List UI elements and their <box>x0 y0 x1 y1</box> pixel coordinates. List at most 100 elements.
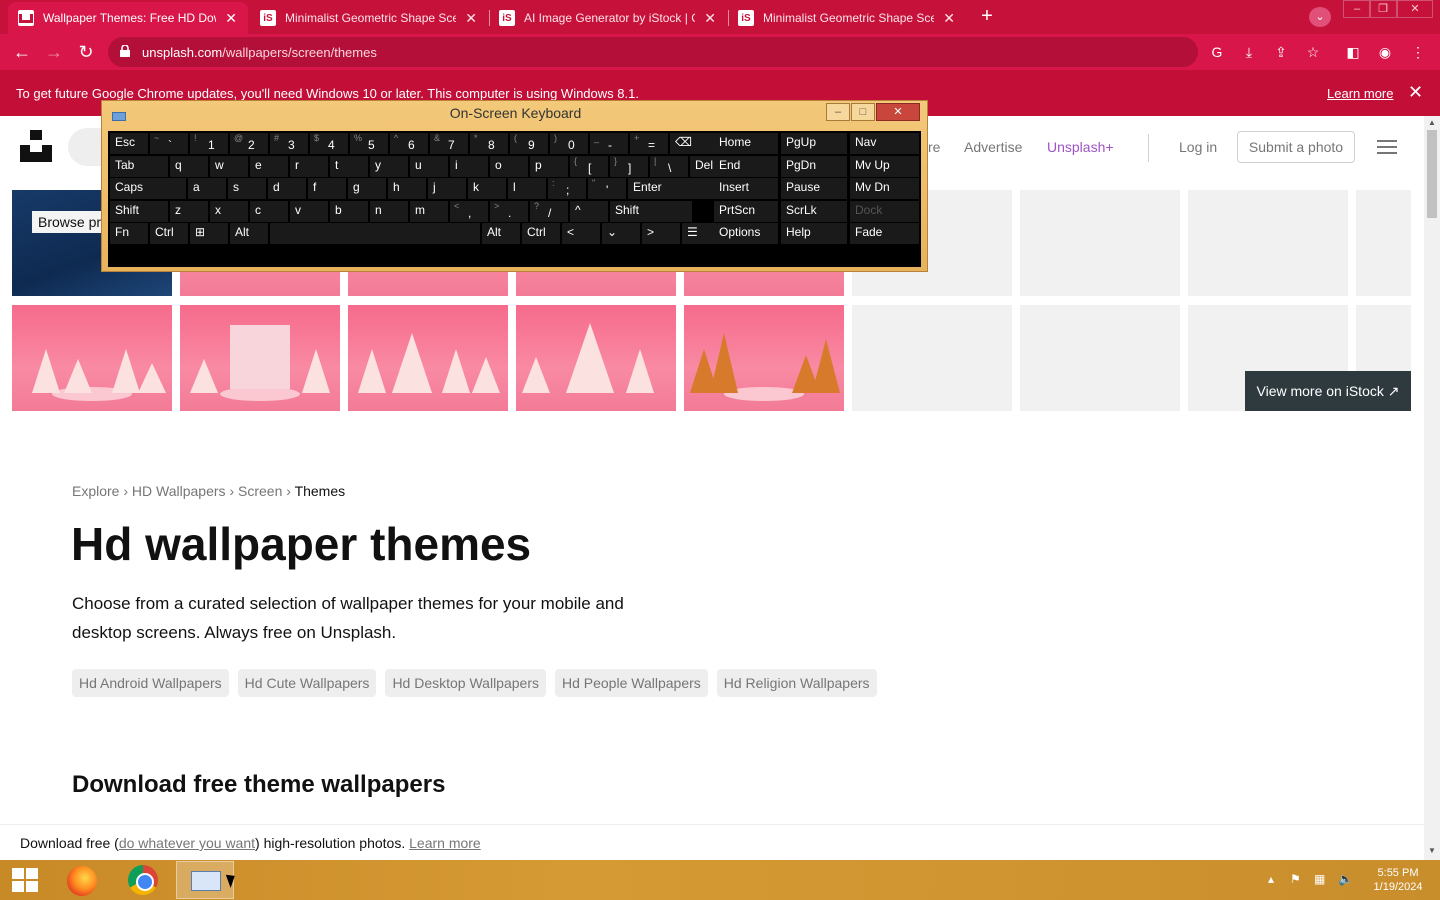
osk-key[interactable]: Alt <box>482 223 520 244</box>
login-link[interactable]: Log in <box>1179 139 1217 155</box>
page-scrollbar[interactable]: ▲ ▼ <box>1424 116 1440 860</box>
profile-avatar-icon[interactable]: ◉ <box>1375 42 1395 62</box>
osk-key[interactable]: j <box>428 178 466 199</box>
google-lens-icon[interactable]: G <box>1207 42 1227 62</box>
osk-key[interactable]: #3 <box>270 133 308 154</box>
osk-key[interactable]: w <box>210 155 248 177</box>
osk-nav-key[interactable]: Fade <box>850 223 919 244</box>
osk-key[interactable] <box>270 223 480 244</box>
osk-key[interactable]: h <box>388 178 426 199</box>
osk-nav-key[interactable]: Help <box>781 223 847 244</box>
osk-key[interactable]: p <box>530 155 568 177</box>
windows-start-icon[interactable] <box>12 868 38 892</box>
unsplash-logo-icon[interactable] <box>20 130 52 162</box>
view-more-istock-button[interactable]: View more on iStock ↗ <box>1245 371 1411 411</box>
tag-chip[interactable]: Hd Desktop Wallpapers <box>385 669 546 697</box>
istock-thumbnail[interactable] <box>684 305 844 411</box>
osk-key[interactable]: {[ <box>570 155 608 177</box>
taskbar-on-screen-keyboard[interactable] <box>176 861 234 899</box>
tag-chip[interactable]: Hd Cute Wallpapers <box>237 669 377 697</box>
istock-thumbnail[interactable] <box>516 305 676 411</box>
osk-key[interactable]: * 8 <box>470 133 508 154</box>
osk-key[interactable]: ~ ` <box>150 133 188 154</box>
osk-key[interactable]: ) 0 <box>550 133 588 154</box>
osk-maximize-icon[interactable]: □ <box>851 103 875 121</box>
tag-chip[interactable]: Hd Android Wallpapers <box>72 669 229 697</box>
osk-key[interactable]: (9 <box>510 133 548 154</box>
tag-chip[interactable]: Hd People Wallpapers <box>554 669 708 697</box>
minimize-window-icon[interactable]: – <box>1343 0 1371 18</box>
infobar-learn-more-link[interactable]: Learn more <box>1327 86 1393 101</box>
close-tab-icon[interactable]: ✕ <box>224 10 238 27</box>
osk-key[interactable]: ^ <box>570 200 608 222</box>
osk-key[interactable]: ⊞ <box>190 223 228 244</box>
osk-key[interactable]: Esc <box>110 133 148 154</box>
close-tab-icon[interactable]: ✕ <box>942 10 956 27</box>
osk-key[interactable]: " ' <box>588 178 626 199</box>
nav-advertise-link[interactable]: Advertise <box>964 139 1022 155</box>
osk-key[interactable]: Fn <box>110 223 148 244</box>
breadcrumb-hd-wallpapers[interactable]: HD Wallpapers <box>132 483 226 499</box>
submit-photo-button[interactable]: Submit a photo <box>1237 131 1355 163</box>
osk-key[interactable]: :; <box>548 178 586 199</box>
osk-key[interactable]: Alt <box>230 223 268 244</box>
osk-key[interactable]: ? / <box>530 200 568 222</box>
tab-ai-image-generator[interactable]: iS AI Image Generator by iStock | C ✕ <box>489 2 727 34</box>
tab-search-icon[interactable]: ⌄ <box>1309 7 1331 27</box>
tag-chip[interactable]: Hd Religion Wallpapers <box>716 669 877 697</box>
osk-key[interactable]: Shift <box>110 200 168 222</box>
osk-key[interactable]: b <box>330 200 368 222</box>
osk-nav-key[interactable]: PgUp <box>781 133 847 154</box>
osk-key[interactable]: ⌄ <box>602 223 640 244</box>
breadcrumb-explore[interactable]: Explore <box>72 483 119 499</box>
osk-key[interactable]: k <box>468 178 506 199</box>
osk-key[interactable]: >. <box>490 200 528 222</box>
taskbar-chrome[interactable] <box>114 861 172 899</box>
taskbar-firefox[interactable] <box>52 861 110 899</box>
action-center-flag-icon[interactable]: ⚑ <box>1290 872 1301 886</box>
osk-key[interactable]: < <box>562 223 600 244</box>
back-arrow-icon[interactable]: ← <box>10 40 34 64</box>
istock-thumbnail[interactable] <box>180 305 340 411</box>
osk-key[interactable]: l <box>508 178 546 199</box>
osk-key[interactable]: c <box>250 200 288 222</box>
osk-nav-key[interactable]: Pause <box>781 178 847 199</box>
nav-partial-item[interactable]: re <box>928 139 940 155</box>
osk-nav-key[interactable]: Home <box>714 133 778 154</box>
osk-key[interactable]: f <box>308 178 346 199</box>
forward-arrow-icon[interactable]: → <box>42 40 66 64</box>
new-tab-icon[interactable]: + <box>974 5 1000 29</box>
osk-key[interactable]: e <box>250 155 288 177</box>
tab-wallpaper-themes[interactable]: Wallpaper Themes: Free HD Dow ✕ <box>8 2 248 34</box>
volume-muted-icon[interactable]: 🔈 <box>1338 872 1353 886</box>
restore-window-icon[interactable]: ❐ <box>1369 0 1397 18</box>
osk-key[interactable]: q <box>170 155 208 177</box>
osk-nav-key[interactable]: PgDn <box>781 155 847 177</box>
license-link[interactable]: do whatever you want <box>119 835 255 851</box>
osk-nav-key[interactable]: Nav <box>850 133 919 154</box>
osk-key[interactable]: y <box>370 155 408 177</box>
istock-thumbnail[interactable] <box>348 305 508 411</box>
tab-minimalist-2[interactable]: iS Minimalist Geometric Shape Sce ✕ <box>728 2 966 34</box>
osk-key[interactable]: & 7 <box>430 133 468 154</box>
osk-key[interactable]: % 5 <box>350 133 388 154</box>
osk-nav-key[interactable]: Mv Up <box>850 155 919 177</box>
osk-key[interactable]: v <box>290 200 328 222</box>
side-panel-icon[interactable]: ◧ <box>1343 42 1363 62</box>
osk-key[interactable]: z <box>170 200 208 222</box>
network-icon[interactable]: ▦ <box>1314 872 1325 886</box>
osk-key[interactable]: Shift <box>610 200 692 222</box>
osk-close-icon[interactable]: ✕ <box>876 103 920 121</box>
osk-key[interactable]: _ - <box>590 133 628 154</box>
osk-nav-key[interactable]: End <box>714 155 778 177</box>
osk-key[interactable]: t <box>330 155 368 177</box>
osk-key[interactable]: + = <box>630 133 668 154</box>
istock-thumbnail[interactable] <box>12 305 172 411</box>
share-icon[interactable]: ⇪ <box>1271 42 1291 62</box>
osk-key[interactable]: n <box>370 200 408 222</box>
osk-key[interactable]: $4 <box>310 133 348 154</box>
show-hidden-icons-icon[interactable]: ▴ <box>1268 872 1274 886</box>
hamburger-menu-icon[interactable] <box>1377 140 1397 154</box>
osk-key[interactable]: @2 <box>230 133 268 154</box>
system-clock[interactable]: 5:55 PM 1/19/2024 <box>1360 866 1436 894</box>
